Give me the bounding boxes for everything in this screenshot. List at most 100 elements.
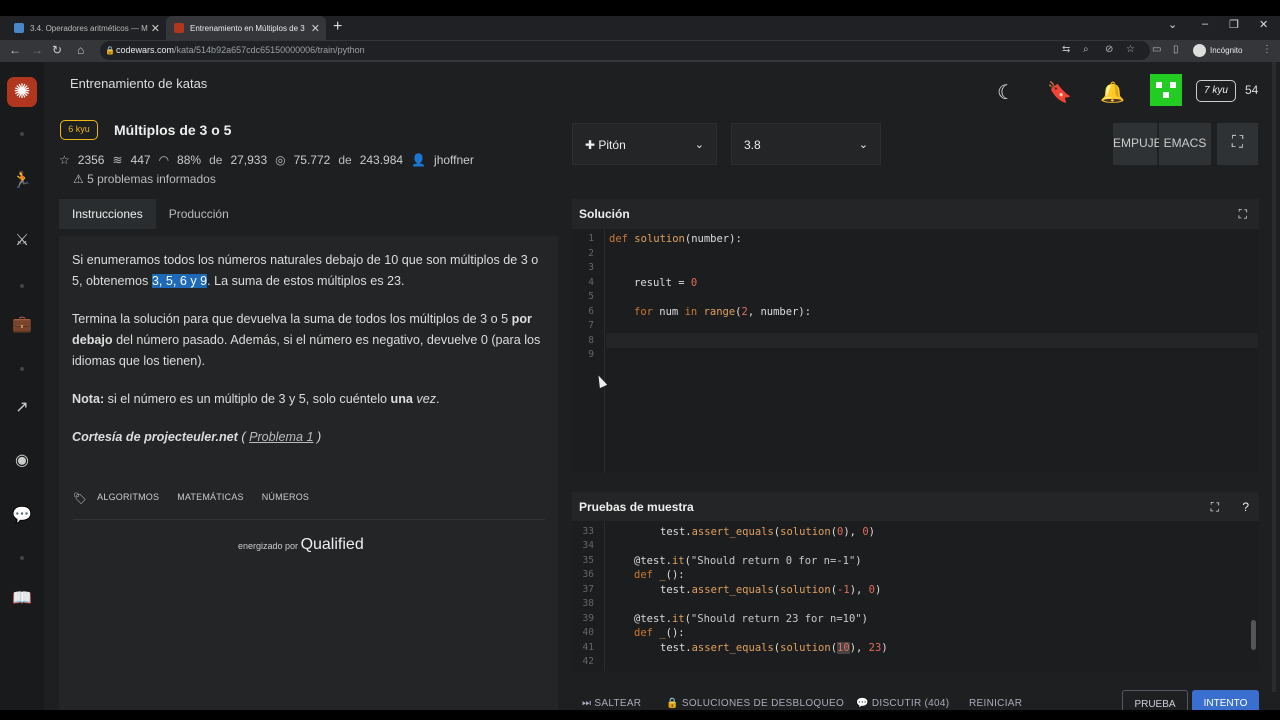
discuss-button[interactable]: 💬 DISCUTIR (404) — [856, 698, 949, 709]
rail-dot — [20, 132, 24, 136]
star-icon[interactable]: ☆ — [59, 153, 70, 167]
solution-header: Solución ⛶ — [572, 199, 1259, 229]
line-number: 37 — [582, 584, 594, 595]
dark-mode-icon[interactable]: ☾ — [997, 80, 1015, 105]
satisfaction-rating: 88% — [177, 153, 202, 167]
browser-tab-active[interactable]: Entrenamiento en Múltiplos de 3 ✕ — [166, 16, 326, 40]
reported-issues-label: 5 problemas informados — [87, 172, 216, 186]
close-tab-icon[interactable]: ✕ — [151, 22, 160, 35]
discuss-icon[interactable]: 💬 — [12, 505, 32, 525]
leaderboard-icon[interactable]: ↗ — [12, 397, 32, 417]
tests-scrollbar[interactable] — [1251, 620, 1256, 650]
cast-icon[interactable]: ▭ — [1152, 44, 1161, 55]
collections-count: 447 — [130, 153, 151, 167]
vim-mode-button[interactable]: EMPUJE — [1113, 123, 1162, 165]
unlock-solutions-button[interactable]: 🔒 SOLUCIONES DE DESBLOQUEO — [666, 698, 844, 709]
training-icon[interactable]: 🏃 — [12, 170, 32, 190]
line-number: 5 — [588, 291, 594, 302]
discord-icon[interactable]: ◉ — [12, 450, 32, 470]
solution-editor[interactable]: 1 2 3 4 5 6 7 8 9 def solution(number): … — [572, 229, 1259, 473]
description-text: . La suma de estos múltiplos es 23. — [207, 274, 405, 288]
powered-label: energizado por — [238, 541, 299, 551]
sidepanel-icon[interactable]: ▯ — [1173, 44, 1179, 55]
docs-icon[interactable]: 📖 — [12, 588, 32, 608]
new-tab-icon[interactable]: + — [333, 18, 342, 36]
tab-instructions[interactable]: Instrucciones — [59, 199, 156, 229]
incognito-label: Incógnito — [1210, 46, 1243, 55]
line-number: 9 — [588, 349, 594, 360]
skip-button[interactable]: ⏭ SALTEAR — [582, 698, 641, 709]
satisfaction-icon: ◠ — [158, 153, 170, 167]
minimize-icon[interactable]: – — [1202, 18, 1208, 30]
kata-stats: ☆ 2356 ≋ 447 ◠ 88% de 27,933 ◎ 75.772 de 243.984… — [59, 153, 474, 167]
version-select[interactable]: 3.8 ⌄ — [731, 123, 881, 165]
forward-icon[interactable]: → — [31, 43, 43, 57]
language-select[interactable]: ✚ Pitón ⌄ — [572, 123, 717, 165]
problem-link[interactable]: Problema 1 — [249, 430, 313, 444]
kata-tags: 🏷 ALGORITMOS MATEMÁTICAS NÚMEROS — [73, 492, 309, 505]
honor-count: 54 — [1245, 83, 1259, 97]
tests-editor[interactable]: 33 34 35 36 37 38 39 40 41 42 test.asser… — [572, 521, 1259, 671]
fullscreen-icon[interactable]: ⛶ — [1217, 123, 1258, 165]
expand-icon[interactable]: ⛶ — [1211, 492, 1219, 522]
tag[interactable]: MATEMÁTICAS — [177, 492, 244, 505]
discuss-label: DISCUTIR (404) — [871, 698, 950, 709]
translate-icon[interactable]: ⇆ — [1062, 44, 1070, 55]
note-label: Nota: — [72, 392, 105, 406]
python-icon: ✚ — [585, 138, 599, 152]
tab-output[interactable]: Producción — [156, 199, 242, 229]
line-number: 2 — [588, 248, 594, 259]
back-icon[interactable]: ← — [9, 43, 21, 57]
reset-button[interactable]: REINICIAR — [969, 698, 1022, 709]
author-link[interactable]: jhoffner — [434, 153, 474, 167]
chevron-down-icon: ⌄ — [858, 139, 868, 151]
bookmark-icon[interactable]: 🔖 — [1047, 80, 1072, 105]
user-rank-badge[interactable]: 7 kyu — [1196, 80, 1236, 102]
expand-icon[interactable]: ⛶ — [1239, 199, 1247, 229]
attempt-button[interactable]: INTENTO — [1192, 690, 1259, 712]
code-line: test.assert_equals(solution(0), 0) — [660, 526, 875, 538]
line-number: 6 — [588, 306, 594, 317]
page-scrollbar[interactable] — [1272, 62, 1276, 692]
tab-search-icon[interactable]: ⌄ — [1168, 18, 1177, 31]
tag[interactable]: NÚMEROS — [262, 492, 309, 505]
test-button[interactable]: PRUEBA — [1122, 690, 1188, 712]
briefcase-icon[interactable]: 💼 — [12, 314, 32, 334]
menu-icon[interactable]: ⋮ — [1262, 44, 1272, 55]
home-icon[interactable]: ⌂ — [77, 43, 84, 57]
language-value: Pitón — [598, 138, 626, 152]
eye-off-icon[interactable]: ⊘ — [1105, 44, 1113, 55]
close-window-icon[interactable]: ✕ — [1259, 18, 1268, 31]
practice-icon[interactable]: ⚔ — [12, 230, 32, 250]
line-number: 36 — [582, 569, 594, 580]
reported-issues[interactable]: ⚠ 5 problemas informados — [73, 172, 216, 186]
votes-count: 27,933 — [230, 153, 268, 167]
avatar[interactable] — [1150, 74, 1182, 106]
tests-header: Pruebas de muestra ⛶? — [572, 492, 1259, 522]
solution-title: Solución — [579, 207, 630, 221]
lock-icon: 🔒 — [105, 46, 115, 55]
rail-dot — [20, 556, 24, 560]
tag[interactable]: ALGORITMOS — [97, 492, 159, 505]
close-tab-icon[interactable]: ✕ — [311, 22, 320, 35]
notifications-bell-icon[interactable]: 🔔 — [1100, 80, 1125, 105]
url-domain: codewars.com — [116, 45, 175, 55]
bookmark-star-icon[interactable]: ☆ — [1126, 44, 1135, 55]
collection-icon[interactable]: ≋ — [112, 153, 122, 167]
browser-tab[interactable]: 3.4. Operadores aritméticos — M ✕ — [6, 16, 166, 40]
powered-by[interactable]: energizado por Qualified — [238, 536, 364, 554]
description-paragraph: Si enumeramos todos los números naturale… — [72, 250, 545, 292]
version-value: 3.8 — [744, 138, 761, 152]
incognito-indicator[interactable]: Incógnito — [1193, 44, 1242, 57]
url-field[interactable]: 🔒 codewars.com/kata/514b92a657cdc65150000… — [100, 41, 1150, 60]
code-line: @test.it("Should return 23 for n=10") — [634, 613, 868, 625]
page-title: Entrenamiento de katas — [70, 76, 208, 91]
zoom-icon[interactable]: ⌕ — [1083, 44, 1089, 55]
emacs-mode-button[interactable]: EMACS — [1159, 123, 1211, 165]
line-number: 41 — [582, 642, 594, 653]
line-number: 34 — [582, 540, 594, 551]
maximize-icon[interactable]: ❐ — [1229, 18, 1239, 31]
help-icon[interactable]: ? — [1242, 492, 1249, 522]
codewars-logo-icon[interactable]: ✺ — [7, 77, 37, 107]
reload-icon[interactable]: ↻ — [52, 43, 62, 57]
